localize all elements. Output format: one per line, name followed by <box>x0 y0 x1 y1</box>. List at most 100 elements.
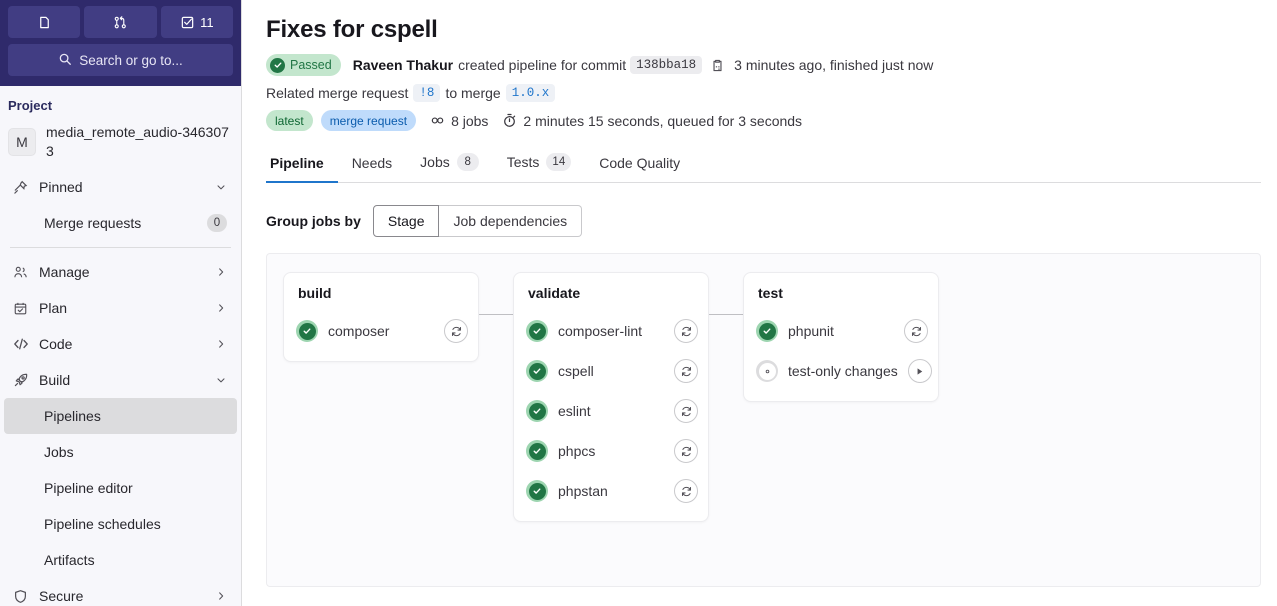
tag-merge-request: merge request <box>320 110 417 131</box>
pin-icon <box>12 179 29 196</box>
stage-connector <box>479 314 513 315</box>
rocket-icon <box>12 372 29 389</box>
sidebar: 11 Search or go to... Project M media_re… <box>0 0 242 606</box>
pipeline-stage-test: test phpunit test-only changes <box>743 272 939 402</box>
stage-name: validate <box>528 285 581 301</box>
group-by-stage-button[interactable]: Stage <box>372 205 440 237</box>
job-status-success-icon <box>526 480 548 502</box>
group-jobs-by-label: Group jobs by <box>266 213 361 229</box>
sidebar-item-label: Pipelines <box>44 408 101 424</box>
sidebar-topbar: 11 Search or go to... <box>0 0 241 86</box>
pipeline-stage-build: build composer <box>283 272 479 362</box>
mr-target-branch-link[interactable]: 1.0.x <box>505 84 556 102</box>
retry-icon[interactable] <box>444 319 468 343</box>
group-jobs-by-row: Group jobs by Stage Job dependencies <box>266 205 1261 237</box>
group-by-job-dependencies-button[interactable]: Job dependencies <box>439 205 583 237</box>
sidebar-item-merge-requests[interactable]: Merge requests 0 <box>4 205 237 241</box>
sidebar-divider <box>10 247 231 248</box>
search-placeholder: Search or go to... <box>79 52 183 68</box>
sidebar-item-label: Build <box>39 372 71 388</box>
sidebar-item-label: Pipeline schedules <box>44 516 161 532</box>
pipeline-author[interactable]: Raveen Thakur <box>353 57 453 73</box>
sidebar-item-plan[interactable]: Plan <box>4 290 237 326</box>
retry-icon[interactable] <box>674 479 698 503</box>
job-status-manual-icon <box>756 360 778 382</box>
project-avatar: M <box>8 128 36 156</box>
duration-text: 2 minutes 15 seconds, queued for 3 secon… <box>523 112 803 129</box>
tab-pipeline[interactable]: Pipeline <box>266 147 338 183</box>
shield-icon <box>12 588 29 605</box>
stage-connector <box>709 314 743 315</box>
pipeline-job[interactable]: phpunit <box>756 311 928 351</box>
pipeline-stage-validate: validate composer-lint cspell eslint php… <box>513 272 709 522</box>
merge-requests-icon <box>113 15 128 30</box>
sidebar-item-code[interactable]: Code <box>4 326 237 362</box>
tab-label: Jobs <box>420 154 450 170</box>
tab-label: Needs <box>351 155 393 171</box>
job-name: phpstan <box>558 483 608 499</box>
sidebar-item-pinned[interactable]: Pinned <box>4 169 237 205</box>
issues-button[interactable] <box>8 6 81 38</box>
retry-icon[interactable] <box>674 399 698 423</box>
tab-jobs[interactable]: Jobs 8 <box>406 145 493 183</box>
tab-code-quality[interactable]: Code Quality <box>585 147 694 183</box>
commit-sha[interactable]: 138bba18 <box>630 56 703 74</box>
tab-label: Pipeline <box>270 155 324 171</box>
sidebar-item-pipelines[interactable]: Pipelines <box>4 398 237 434</box>
app-root: 11 Search or go to... Project M media_re… <box>0 0 1277 606</box>
merge-requests-button[interactable] <box>84 6 157 38</box>
pipeline-tabs: Pipeline Needs Jobs 8 Tests 14 Code Qual… <box>266 145 1261 183</box>
todos-button[interactable]: 11 <box>160 6 233 38</box>
search-icon <box>58 52 72 69</box>
retry-icon[interactable] <box>674 319 698 343</box>
job-name: composer-lint <box>558 323 643 339</box>
sidebar-item-build[interactable]: Build <box>4 362 237 398</box>
job-name: phpunit <box>788 323 834 339</box>
retry-icon[interactable] <box>904 319 928 343</box>
sidebar-nav: Project M media_remote_audio-3463073 Pin… <box>0 86 241 606</box>
tab-label: Tests <box>506 154 540 170</box>
tab-count-badge: 8 <box>456 153 479 171</box>
issues-icon <box>37 15 52 30</box>
job-status-success-icon <box>526 320 548 342</box>
sidebar-item-label: Merge requests <box>44 215 142 231</box>
chevron-right-icon <box>215 302 227 314</box>
tab-label: Code Quality <box>599 155 681 171</box>
pipeline-job[interactable]: composer-lint <box>526 311 698 351</box>
sidebar-item-pipeline-schedules[interactable]: Pipeline schedules <box>4 506 237 542</box>
sidebar-item-label: Code <box>39 336 73 352</box>
sidebar-item-artifacts[interactable]: Artifacts <box>4 542 237 578</box>
pipeline-job[interactable]: phpcs <box>526 431 698 471</box>
sidebar-item-secure[interactable]: Secure <box>4 578 237 606</box>
retry-icon[interactable] <box>674 359 698 383</box>
job-status-success-icon <box>526 440 548 462</box>
stopwatch-icon <box>502 113 517 128</box>
mr-middle-text: to merge <box>445 85 501 101</box>
sidebar-item-pipeline-editor[interactable]: Pipeline editor <box>4 470 237 506</box>
status-badge: Passed <box>266 54 341 76</box>
todos-count: 11 <box>200 14 214 30</box>
job-status-success-icon <box>296 320 318 342</box>
sidebar-section-title: Project <box>8 98 53 113</box>
calendar-icon <box>12 300 29 317</box>
copy-sha-button[interactable] <box>706 54 728 76</box>
sidebar-item-jobs[interactable]: Jobs <box>4 434 237 470</box>
pipeline-job[interactable]: phpstan <box>526 471 698 511</box>
pipeline-job[interactable]: eslint <box>526 391 698 431</box>
stage-name: build <box>298 285 332 301</box>
tab-tests[interactable]: Tests 14 <box>493 145 585 183</box>
pipeline-graph: build composer validate composer-lint cs… <box>266 253 1261 587</box>
pipeline-job[interactable]: test-only changes <box>756 351 932 391</box>
tab-needs[interactable]: Needs <box>338 147 406 183</box>
code-icon <box>12 336 29 353</box>
sidebar-item-manage[interactable]: Manage <box>4 254 237 290</box>
sidebar-project[interactable]: M media_remote_audio-3463073 <box>0 119 241 169</box>
search-input[interactable]: Search or go to... <box>8 44 233 76</box>
page-title: Fixes for cspell <box>266 16 438 43</box>
pipeline-job[interactable]: composer <box>296 311 468 351</box>
pipeline-job[interactable]: cspell <box>526 351 698 391</box>
mr-reference-link[interactable]: !8 <box>413 84 441 102</box>
play-icon[interactable] <box>907 359 932 383</box>
mr-prefix: Related merge request <box>266 85 409 101</box>
retry-icon[interactable] <box>674 439 698 463</box>
